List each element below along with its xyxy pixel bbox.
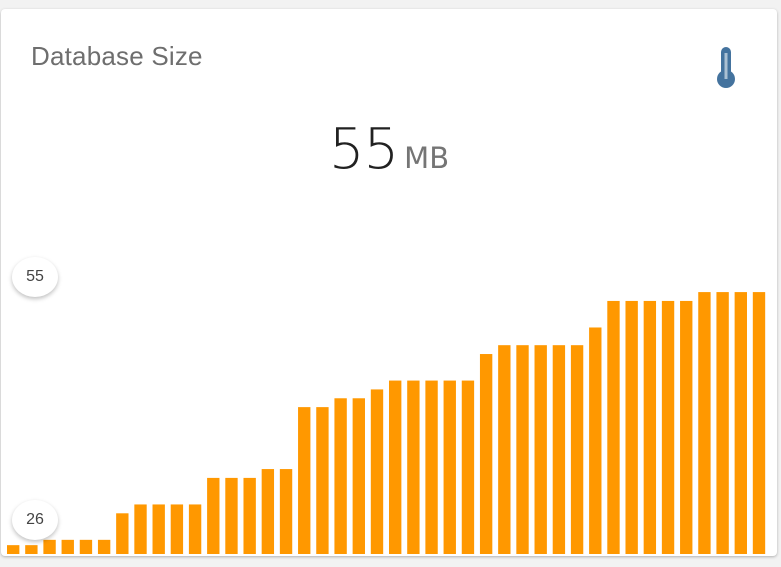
history-bar	[225, 477, 238, 554]
history-bar	[61, 539, 74, 554]
min-value-badge: 26	[12, 500, 58, 540]
history-bar	[661, 300, 675, 554]
history-bar	[407, 380, 420, 554]
history-bar	[498, 345, 511, 554]
max-value-badge: 55	[12, 257, 58, 297]
history-bar	[316, 407, 329, 554]
history-bar	[479, 354, 493, 554]
history-bar	[752, 292, 766, 554]
history-bar	[716, 292, 729, 554]
history-bar	[370, 389, 384, 554]
history-bar	[552, 345, 566, 554]
history-bar	[97, 539, 111, 554]
history-bar	[461, 380, 475, 554]
history-bar	[698, 292, 711, 554]
database-size-card[interactable]: Database Size 55 MB 55 26	[1, 9, 777, 556]
history-bar	[534, 345, 547, 554]
history-bar	[389, 380, 402, 554]
history-bar	[643, 300, 657, 554]
history-bar	[79, 539, 93, 554]
history-bar	[680, 300, 693, 554]
history-bar	[188, 504, 202, 554]
history-bar	[570, 345, 584, 554]
history-bar	[334, 398, 347, 554]
history-bar	[116, 513, 129, 554]
history-bar	[589, 327, 602, 554]
history-bar	[625, 300, 638, 554]
history-bar	[261, 469, 275, 554]
history-bar	[134, 504, 147, 554]
history-bar	[734, 292, 747, 554]
history-bar	[425, 380, 438, 554]
history-bar	[207, 477, 220, 554]
history-bar	[243, 477, 256, 554]
size-history-chart	[7, 292, 766, 554]
history-bar	[170, 504, 184, 554]
history-bar	[7, 545, 20, 554]
history-bar	[298, 407, 311, 554]
history-bar	[279, 469, 293, 554]
history-bar	[152, 504, 165, 554]
history-bar	[443, 380, 456, 554]
history-bar	[516, 345, 529, 554]
history-bar	[25, 545, 38, 554]
history-bar	[607, 300, 620, 554]
history-bar	[43, 539, 56, 554]
history-bar	[352, 398, 365, 554]
